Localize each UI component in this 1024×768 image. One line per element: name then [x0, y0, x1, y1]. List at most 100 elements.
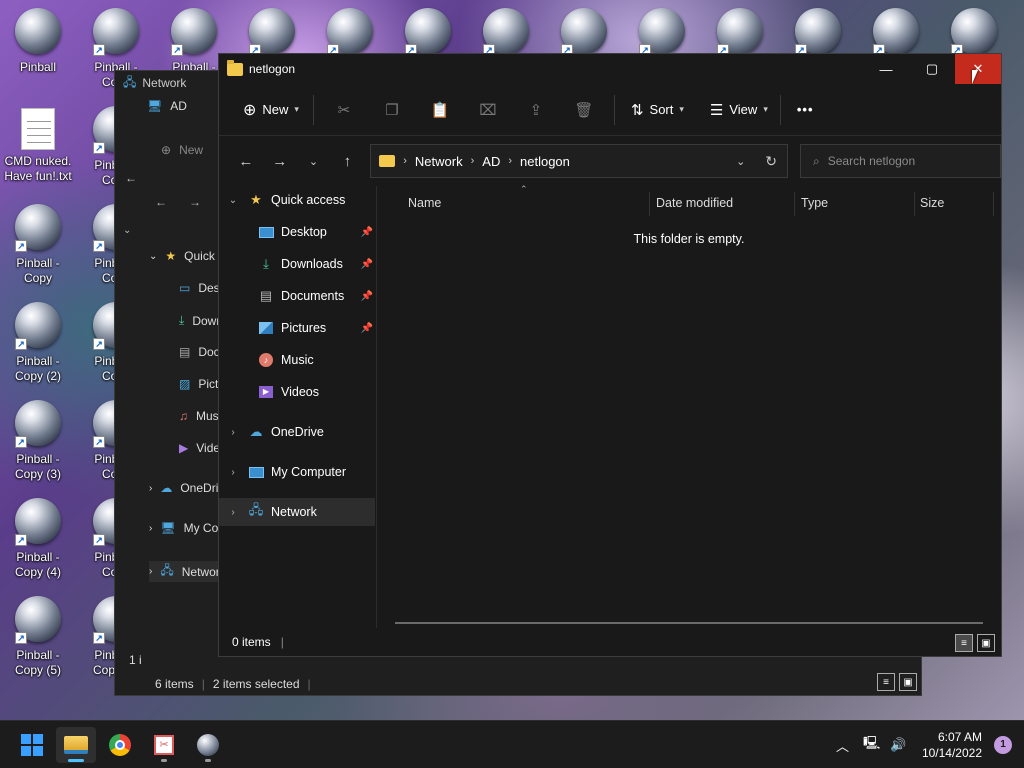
details-view-icon[interactable]: ≡: [877, 673, 895, 691]
column-header-name[interactable]: Name: [408, 196, 441, 210]
taskbar-chrome[interactable]: [100, 727, 140, 763]
nav-quick-access[interactable]: ⌄ ★ Quick access: [219, 186, 375, 214]
column-header-type[interactable]: Type: [801, 196, 828, 210]
navigation-pane[interactable]: ⌄ ★ Quick access Desktop 📌 ⤓ Downloads 📌…: [219, 186, 377, 628]
desktop-icon-pinball-top-5[interactable]: ↗: [315, 8, 385, 56]
show-hidden-icons-chevron-icon[interactable]: ︿: [836, 736, 849, 755]
address-bar[interactable]: › Network › AD › netlogon ⌄ ↻: [370, 144, 789, 178]
chevron-right-icon[interactable]: ›: [219, 507, 247, 518]
desktop-icon-pinball-top-8[interactable]: ↗: [549, 8, 619, 56]
clock[interactable]: 6:07 AM 10/14/2022: [922, 729, 982, 761]
desktop-icon-pinball-top-10[interactable]: ↗: [705, 8, 775, 56]
paste-button[interactable]: 📋: [416, 94, 464, 126]
chevron-right-icon[interactable]: ›: [219, 427, 247, 438]
chevron-down-icon[interactable]: ⌄: [219, 195, 247, 206]
file-list[interactable]: Name ⌃ Date modified Type Size This fold…: [377, 184, 1001, 628]
desktop-icon-pinball-top-13[interactable]: ↗: [939, 8, 1009, 56]
desktop-icon-pinball-copy-4[interactable]: ↗ Pinball - Copy (4): [3, 498, 73, 580]
desktop-icon-pinball-top-11[interactable]: ↗: [783, 8, 853, 56]
windows-logo-icon: [21, 734, 43, 756]
taskbar-file-explorer[interactable]: [56, 727, 96, 763]
chevron-right-icon[interactable]: ›: [469, 155, 477, 167]
pin-icon[interactable]: 📌: [361, 291, 373, 302]
bg-chevron[interactable]: ⌄: [123, 225, 131, 236]
search-box[interactable]: ⌕ Search netlogon: [800, 144, 1001, 178]
up-button[interactable]: ↑: [330, 153, 364, 170]
nav-onedrive[interactable]: › ☁ OneDrive: [219, 418, 375, 446]
rename-button[interactable]: ⌧: [464, 94, 512, 126]
volume-icon[interactable]: 🔊: [890, 737, 906, 753]
start-button[interactable]: [12, 727, 52, 763]
nav-music[interactable]: ♪ Music: [219, 346, 375, 374]
breadcrumb-ad[interactable]: AD: [482, 154, 500, 169]
breadcrumb-netlogon[interactable]: netlogon: [520, 154, 570, 169]
nav-my-computer[interactable]: › My Computer: [219, 458, 375, 486]
back-button[interactable]: ←: [229, 153, 263, 170]
desktop-icon-pinball-top-6[interactable]: ↗: [393, 8, 463, 56]
view-button[interactable]: ☰ View ▾: [704, 94, 774, 126]
nav-videos[interactable]: ▶ Videos: [219, 378, 375, 406]
back-arrow-icon: ←: [238, 152, 254, 170]
titlebar[interactable]: netlogon — ▢ ✕: [219, 54, 1001, 84]
delete-button[interactable]: 🗑: [560, 94, 608, 126]
nav-desktop[interactable]: Desktop 📌: [219, 218, 375, 246]
nav-pictures[interactable]: Pictures 📌: [219, 314, 375, 342]
pin-icon[interactable]: 📌: [361, 227, 373, 238]
nav-downloads[interactable]: ⤓ Downloads 📌: [219, 250, 375, 278]
pin-icon[interactable]: 📌: [361, 323, 373, 334]
column-divider[interactable]: [993, 192, 994, 216]
back-arrow-icon[interactable]: ←: [155, 195, 167, 209]
column-divider[interactable]: [794, 192, 795, 216]
nav-documents[interactable]: ▤ Documents 📌: [219, 282, 375, 310]
network-status-icon[interactable]: 🖳: [863, 734, 880, 756]
forward-arrow-icon: →: [272, 152, 288, 170]
desktop-icon-pinball-top-4[interactable]: ↗: [237, 8, 307, 56]
explorer-window[interactable]: netlogon — ▢ ✕ ⊕ New ▾ ✂ ❐ 📋 ⌧ ⇪ 🗑 ⇅ Sor…: [218, 53, 1002, 657]
column-divider[interactable]: [914, 192, 915, 216]
desktop-icon-pinball-top-7[interactable]: ↗: [471, 8, 541, 56]
desktop-icon-pinball[interactable]: Pinball: [3, 8, 73, 75]
address-dropdown-icon[interactable]: ⌄: [736, 155, 745, 168]
desktop-icon-pinball-copy-2[interactable]: ↗ Pinball - Copy (2): [3, 302, 73, 384]
pinball-icon: ↗: [15, 204, 61, 252]
share-button[interactable]: ⇪: [512, 94, 560, 126]
recent-locations-button[interactable]: ⌄: [297, 155, 331, 168]
desktop-icon-pinball-copy-3[interactable]: ↗ Pinball - Copy (3): [3, 400, 73, 482]
breadcrumb-network[interactable]: Network: [415, 154, 463, 169]
sort-button[interactable]: ⇅ Sort ▾: [625, 94, 690, 126]
notification-badge[interactable]: 1: [994, 736, 1012, 754]
bg-address[interactable]: 🖥 AD: [147, 99, 187, 113]
shortcut-arrow-icon: ↗: [15, 240, 27, 252]
chevron-right-icon[interactable]: ›: [219, 467, 247, 478]
column-divider[interactable]: [649, 192, 650, 216]
horizontal-scrollbar[interactable]: [395, 622, 983, 624]
taskbar-pinball[interactable]: [188, 727, 228, 763]
bg-left-arrow[interactable]: ←: [125, 171, 137, 185]
desktop-icon-pinball-copy-5[interactable]: ↗ Pinball - Copy (5): [3, 596, 73, 678]
minimize-button[interactable]: —: [863, 54, 909, 84]
desktop-icon-pinball-top-12[interactable]: ↗: [861, 8, 931, 56]
maximize-button[interactable]: ▢: [909, 54, 955, 84]
desktop-icon-cmd-txt[interactable]: CMD nuked. Have fun!.txt: [3, 108, 73, 184]
nav-network[interactable]: › 🖧 Network: [219, 498, 375, 526]
tiles-view-icon[interactable]: ▣: [977, 634, 995, 652]
desktop-icon-pinball-copy[interactable]: ↗ Pinball - Copy: [3, 204, 73, 286]
new-button[interactable]: ⊕ New ▾: [237, 94, 305, 126]
column-header-size[interactable]: Size: [920, 196, 944, 210]
bg-new-button[interactable]: ⊕ New: [161, 143, 203, 157]
desktop-icon-pinball-top-9[interactable]: ↗: [627, 8, 697, 56]
details-view-icon[interactable]: ≡: [955, 634, 973, 652]
refresh-icon[interactable]: ↻: [765, 153, 777, 170]
tiles-view-icon[interactable]: ▣: [899, 673, 917, 691]
chevron-right-icon[interactable]: ›: [506, 155, 514, 167]
close-button[interactable]: ✕: [955, 54, 1001, 84]
forward-arrow-icon[interactable]: →: [189, 195, 201, 209]
pinball-icon: ↗: [93, 8, 139, 56]
forward-button[interactable]: →: [263, 153, 297, 170]
cut-button[interactable]: ✂: [320, 94, 368, 126]
pin-icon[interactable]: 📌: [361, 259, 373, 270]
copy-button[interactable]: ❐: [368, 94, 416, 126]
column-header-date-modified[interactable]: Date modified: [656, 196, 733, 210]
more-options-button[interactable]: •••: [791, 94, 820, 126]
taskbar-snipping-tool[interactable]: ✂: [144, 727, 184, 763]
